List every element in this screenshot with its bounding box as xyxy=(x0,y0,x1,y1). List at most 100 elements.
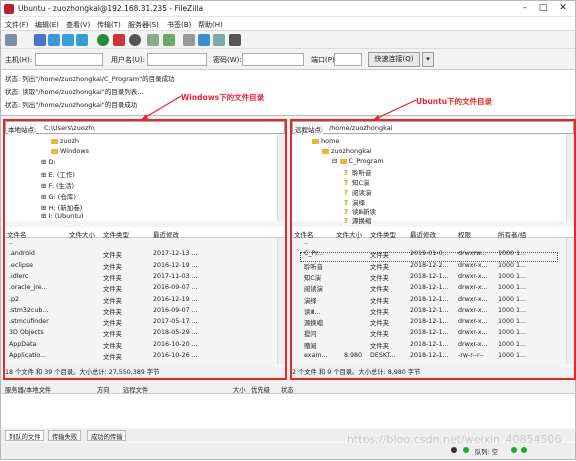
toggle-remote-tree-icon[interactable] xyxy=(62,34,74,46)
file-type: 文件夹 xyxy=(103,263,122,271)
menu-view[interactable]: 查看(V) xyxy=(66,20,90,30)
toggle-log-icon[interactable] xyxy=(34,34,46,46)
file-owner: 1000 1... xyxy=(498,295,527,303)
tree-item[interactable]: ⊞ I: (Ubuntu) xyxy=(41,212,84,220)
menu-edit[interactable]: 编辑(E) xyxy=(35,20,59,30)
reconnect-icon[interactable] xyxy=(163,34,175,46)
tree-item[interactable]: home xyxy=(312,137,339,145)
tab-failed[interactable]: 传输失败 xyxy=(48,430,82,441)
col-modified[interactable]: 最近修改 xyxy=(410,229,436,239)
tree-item[interactable]: ⊟ C_Program xyxy=(332,157,384,165)
file-owner: 1000 1... xyxy=(498,318,527,326)
col-direction[interactable]: 方向 xyxy=(97,385,110,394)
remote-file-header: 文件名 文件大小 文件类型 最近修改 权限 所有者/组 xyxy=(292,227,574,239)
table-row[interactable] xyxy=(5,329,275,339)
scrollbar[interactable] xyxy=(566,135,574,221)
col-priority[interactable]: 优先级 xyxy=(251,385,270,394)
tree-item[interactable]: ⊞ F: (生活) xyxy=(41,180,74,190)
unknown-folder-icon: ? xyxy=(344,178,349,187)
menu-transfer[interactable]: 传输(T) xyxy=(97,20,121,30)
log-line: 状态: 列出"/home/zuozhongkai"的目录成功 xyxy=(5,101,138,109)
table-row[interactable] xyxy=(292,239,562,249)
file-permissions: drwxr-x... xyxy=(458,272,488,280)
tree-item[interactable]: ? 知C演 xyxy=(344,177,370,187)
col-owner[interactable]: 所有者/组 xyxy=(498,229,526,239)
col-filename[interactable]: 文件名 xyxy=(7,229,27,239)
password-label: 密码(W): xyxy=(213,56,242,64)
port-input[interactable] xyxy=(334,53,362,66)
file-modified: 2018-12-1... xyxy=(410,284,449,292)
table-row[interactable] xyxy=(5,262,275,272)
tree-item[interactable]: Windows xyxy=(51,147,89,155)
username-input[interactable] xyxy=(147,53,207,66)
tree-item[interactable]: ? 源换缩 xyxy=(344,215,372,225)
sync-browse-icon[interactable] xyxy=(213,34,225,46)
tree-item[interactable]: ⊞ E: (工作) xyxy=(41,169,75,179)
scrollbar[interactable] xyxy=(277,135,285,221)
toggle-local-tree-icon[interactable] xyxy=(48,34,60,46)
menu-file[interactable]: 文件(F) xyxy=(5,20,29,30)
tree-item[interactable]: / xyxy=(302,128,304,136)
refresh-icon[interactable] xyxy=(97,34,109,46)
local-site-input[interactable]: C:\Users\zuozh\ xyxy=(44,124,95,132)
col-type[interactable]: 文件类型 xyxy=(103,229,129,239)
table-row[interactable] xyxy=(5,250,275,260)
col-modified[interactable]: 最近修改 xyxy=(153,229,179,239)
toggle-queue-icon[interactable] xyxy=(76,34,88,46)
quickconnect-button[interactable]: 快速连接(Q) xyxy=(368,52,420,67)
col-type[interactable]: 文件类型 xyxy=(370,229,396,239)
col-size[interactable]: 文件大小 xyxy=(336,229,362,239)
tree-item[interactable]: ? 阅读演 xyxy=(344,187,372,197)
queue-list[interactable] xyxy=(1,394,575,428)
password-input[interactable] xyxy=(242,53,304,66)
cancel-icon[interactable] xyxy=(129,34,141,46)
col-server-local[interactable]: 服务器/本地文件 xyxy=(5,385,51,394)
search-icon[interactable] xyxy=(229,34,241,46)
table-row[interactable] xyxy=(5,341,275,351)
filter-icon[interactable] xyxy=(183,34,195,46)
tree-item[interactable]: ⊞ H: (新加卷) xyxy=(41,202,82,212)
col-remote-file[interactable]: 远程文件 xyxy=(123,385,148,394)
file-name: .eclipse xyxy=(9,261,33,269)
unknown-folder-icon: ? xyxy=(344,216,349,225)
table-row[interactable] xyxy=(5,239,275,249)
minimize-button[interactable]: – xyxy=(518,2,532,15)
tab-queued[interactable]: 列队的文件 xyxy=(5,430,45,441)
disconnect-icon[interactable] xyxy=(147,34,159,46)
tab-successful[interactable]: 成功的传输 xyxy=(87,430,127,441)
menu-bookmarks[interactable]: 书签(B) xyxy=(167,20,191,30)
table-row[interactable] xyxy=(5,296,275,306)
tree-item[interactable]: zuozhongkai xyxy=(322,147,372,155)
file-name: 聆听音 xyxy=(304,263,323,271)
tree-item[interactable]: ⊞ D: xyxy=(41,158,56,166)
host-input[interactable] xyxy=(35,53,103,66)
file-modified: 2016-09-07 ... xyxy=(153,284,198,292)
tree-item[interactable]: ? 聆听音 xyxy=(344,167,372,177)
close-button[interactable]: ✕ xyxy=(556,2,570,15)
tree-item[interactable]: ⊞ G: (仓库) xyxy=(41,191,76,201)
menu-help[interactable]: 帮助(H) xyxy=(198,20,223,30)
file-name: 阅读演 xyxy=(304,286,323,294)
status-bar: 队列: 空 xyxy=(1,443,575,459)
col-size[interactable]: 大小 xyxy=(233,385,246,394)
col-status[interactable]: 状态 xyxy=(281,385,294,394)
maximize-button[interactable]: □ xyxy=(536,2,550,15)
scrollbar[interactable] xyxy=(277,238,285,364)
quickconnect-dropdown[interactable]: ▾ xyxy=(422,52,434,67)
remote-site-input[interactable]: /home/zuozhongkai xyxy=(329,124,393,132)
col-filename[interactable]: 文件名 xyxy=(294,229,314,239)
table-row[interactable] xyxy=(5,273,275,283)
file-permissions: drwxr-x... xyxy=(458,284,488,292)
file-permissions: drwxr-x... xyxy=(458,318,488,326)
tree-item[interactable]: zuozh xyxy=(51,137,79,145)
user-label: 用户名(U): xyxy=(111,56,145,64)
file-owner: 1000 1... xyxy=(498,352,527,359)
process-queue-icon[interactable] xyxy=(113,34,125,46)
scrollbar[interactable] xyxy=(566,238,574,364)
col-size[interactable]: 文件大小 xyxy=(69,229,95,239)
col-permissions[interactable]: 权限 xyxy=(458,229,471,239)
site-manager-icon[interactable] xyxy=(5,34,17,46)
menu-server[interactable]: 服务器(S) xyxy=(128,20,159,30)
log-line: 状态: 读取"/home/zuozhongkai"的目录列表... xyxy=(5,88,144,96)
compare-icon[interactable] xyxy=(198,34,210,46)
